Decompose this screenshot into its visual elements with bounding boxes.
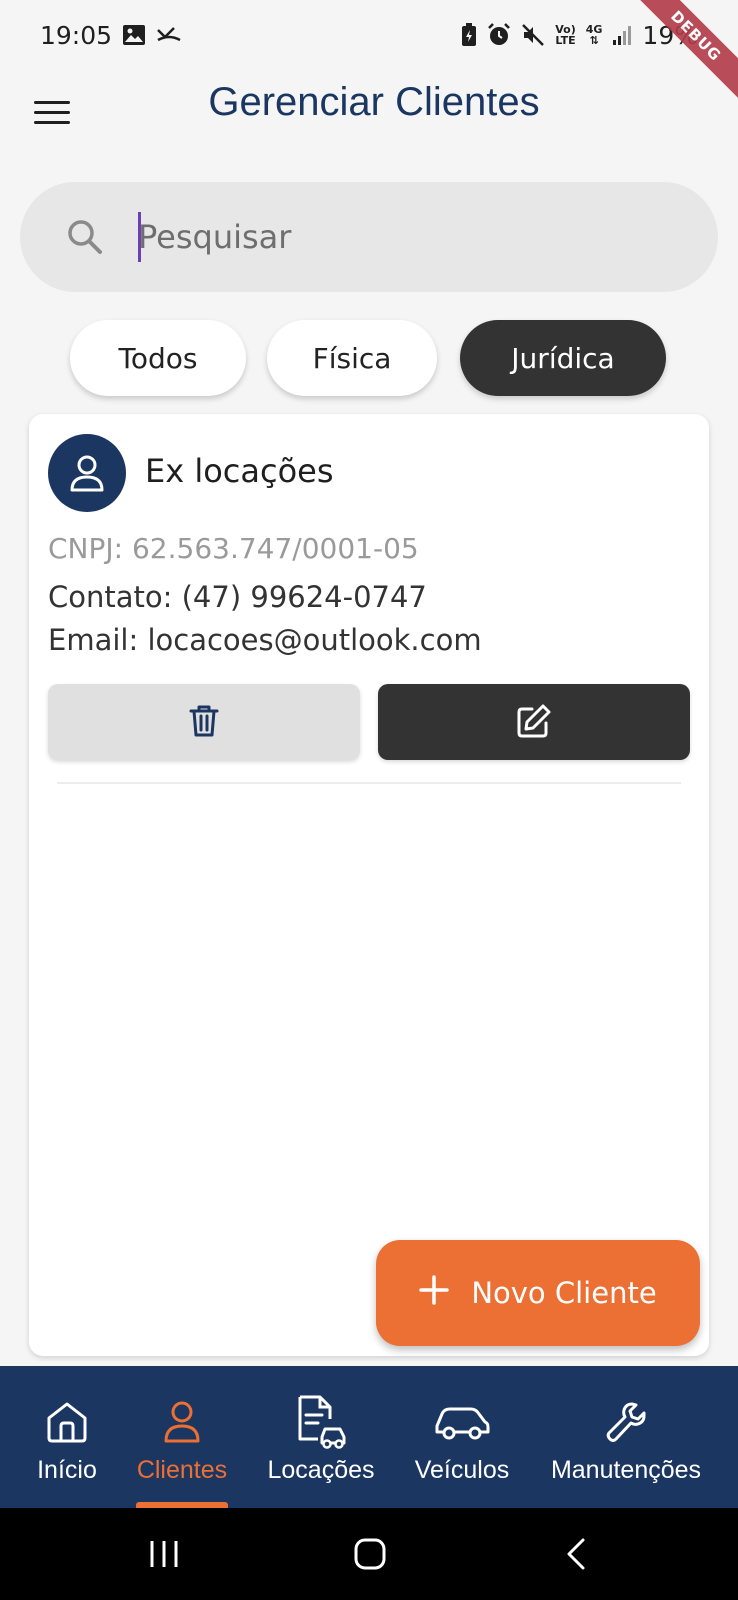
nav-item-inicio[interactable]: Início	[22, 1366, 112, 1508]
wrench-icon	[604, 1396, 648, 1448]
missed-call-icon	[156, 26, 182, 44]
network-gen-indicator: 4G ⇅	[585, 23, 603, 47]
status-bar: 19:05 Vo) LTE 4G ⇅ 19%	[0, 0, 738, 70]
new-client-button[interactable]: Novo Cliente	[376, 1240, 700, 1346]
alarm-icon	[487, 23, 511, 47]
mute-icon	[521, 23, 545, 47]
bottom-navigation: Início Clientes Locações Veículos Manute…	[0, 1366, 738, 1508]
client-name: Ex locações	[145, 452, 334, 490]
system-navigation-bar	[0, 1508, 738, 1600]
app-bar: Gerenciar Clientes	[0, 70, 738, 170]
nav-item-veiculos[interactable]: Veículos	[410, 1366, 514, 1508]
home-icon	[44, 1396, 90, 1448]
volte-indicator: Vo) LTE	[555, 23, 576, 47]
edit-client-button[interactable]	[378, 684, 690, 760]
filter-juridica[interactable]: Jurídica	[460, 320, 666, 396]
car-icon	[433, 1396, 491, 1448]
new-client-label: Novo Cliente	[471, 1276, 657, 1310]
gallery-icon	[122, 24, 146, 46]
document-car-icon	[292, 1395, 350, 1449]
recent-apps-icon[interactable]	[144, 1534, 184, 1574]
client-cnpj: CNPJ: 62.563.747/0001-05	[48, 532, 419, 565]
filter-todos[interactable]: Todos	[70, 320, 246, 396]
search-bar[interactable]	[20, 182, 718, 292]
person-icon	[162, 1396, 202, 1448]
page-title: Gerenciar Clientes	[208, 80, 540, 124]
edit-icon	[516, 703, 552, 742]
nav-label-locacoes: Locações	[267, 1456, 375, 1484]
plus-icon	[419, 1274, 450, 1312]
nav-item-clientes[interactable]: Clientes	[132, 1366, 232, 1508]
nav-label-veiculos: Veículos	[414, 1456, 510, 1484]
battery-saver-icon	[461, 23, 477, 47]
nav-label-manutencoes: Manutenções	[550, 1456, 702, 1484]
text-cursor	[138, 212, 141, 262]
nav-label-inicio: Início	[37, 1456, 97, 1484]
back-icon[interactable]	[556, 1534, 596, 1574]
home-button-icon[interactable]	[350, 1534, 390, 1574]
delete-client-button[interactable]	[48, 684, 360, 760]
nav-item-manutencoes[interactable]: Manutenções	[544, 1366, 708, 1508]
client-email: Email: locacoes@outlook.com	[48, 623, 482, 657]
divider	[57, 782, 681, 784]
person-icon	[48, 434, 126, 512]
nav-item-locacoes[interactable]: Locações	[262, 1366, 380, 1508]
filter-fisica[interactable]: Física	[267, 320, 437, 396]
signal-icon	[612, 24, 632, 46]
search-icon	[66, 218, 104, 260]
trash-icon	[189, 704, 219, 741]
status-time: 19:05	[40, 20, 113, 50]
search-input[interactable]	[138, 208, 678, 266]
nav-label-clientes: Clientes	[136, 1456, 228, 1484]
client-contact: Contato: (47) 99624-0747	[48, 580, 427, 614]
client-list: Ex locações CNPJ: 62.563.747/0001-05 Con…	[29, 414, 709, 1356]
